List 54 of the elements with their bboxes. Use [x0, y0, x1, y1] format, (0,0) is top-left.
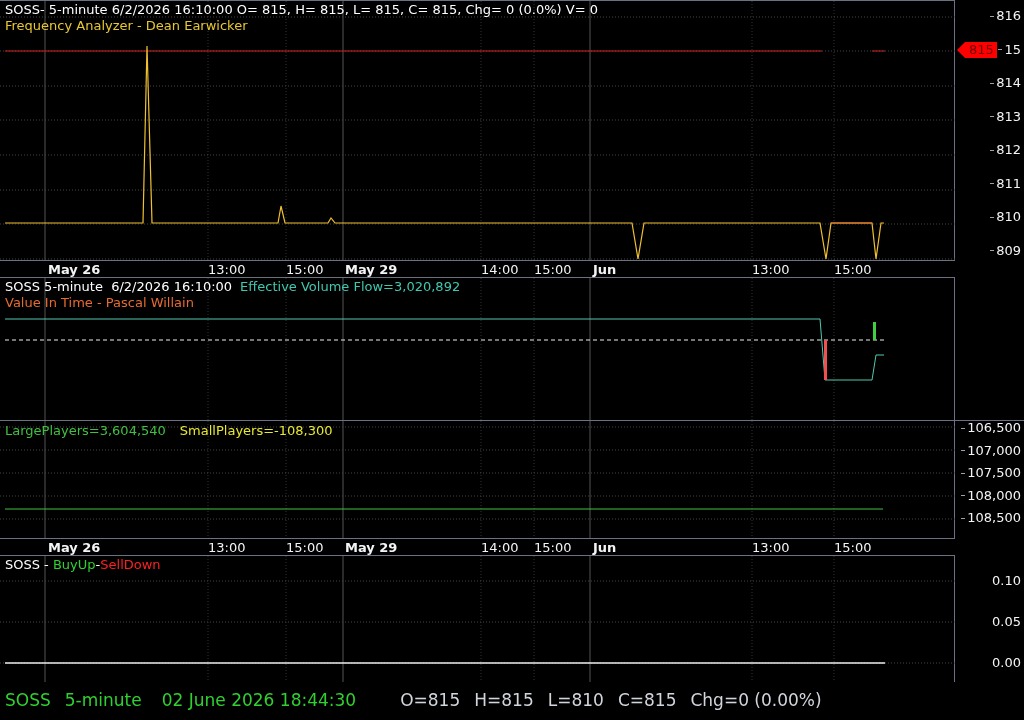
time-label: 15:00	[534, 262, 572, 277]
axis-label: 15	[1004, 42, 1021, 57]
axis-label: 107,500	[967, 466, 1021, 480]
time-label: 15:00	[834, 262, 872, 277]
axis-label: 0.10	[992, 574, 1021, 588]
separator: -	[95, 557, 101, 572]
indicator-reading: Effective Volume Flow=3,020,892	[240, 279, 461, 295]
status-low: L=810	[547, 689, 604, 713]
axis-label: 813	[996, 109, 1021, 124]
time-label: 13:00	[208, 540, 246, 555]
axis-label: 812	[996, 143, 1021, 158]
chart-header: SOSS 5-minute 6/2/2026 16:10:00	[5, 279, 233, 295]
indicator-title: BuyUp	[52, 557, 96, 572]
time-label: Jun	[593, 540, 617, 555]
time-label: May 26	[48, 262, 101, 277]
time-label: May 26	[48, 540, 101, 555]
indicator-reading: SmallPlayers=-108,300	[179, 423, 333, 439]
time-label: 15:00	[286, 262, 324, 277]
status-interval: 5-minute	[64, 689, 142, 713]
axis-label: 108,000	[967, 488, 1021, 503]
status-high: H=815	[474, 689, 534, 713]
axis-label: 0.00	[992, 656, 1021, 670]
time-label: 14:00	[481, 540, 519, 555]
axis-label: 0.05	[992, 615, 1021, 629]
axis-label: 107,000	[967, 443, 1021, 458]
time-label: 13:00	[208, 262, 246, 277]
axis-label: 810	[996, 210, 1021, 225]
status-datetime: 02 June 2026 18:44:30	[161, 689, 357, 713]
axis-label: 811	[996, 176, 1021, 191]
indicator-title: SellDown	[100, 557, 161, 572]
time-label: 14:00	[481, 262, 519, 277]
time-label: 15:00	[834, 540, 872, 555]
chart-header: SOSS -	[5, 557, 50, 572]
axis-label: 106,500	[967, 421, 1021, 435]
status-change: Chg=0 (0.00%)	[690, 689, 822, 713]
status-symbol: SOSS	[5, 689, 51, 713]
time-label: 15:00	[534, 540, 572, 555]
axis-label: 108,500	[967, 511, 1021, 525]
time-label: May 29	[345, 262, 398, 277]
status-close: C=815	[617, 689, 677, 713]
time-label: Jun	[593, 262, 617, 277]
time-label: 13:00	[752, 262, 790, 277]
axis-label: 814	[996, 76, 1021, 91]
chart-header: SOSS- 5-minute 6/2/2026 16:10:00 O= 815, H= 815, L= 815, C= 815, Chg= 0 (0.0%) V= 0	[5, 2, 599, 18]
axis-label: 816	[996, 9, 1021, 23]
status-open: O=815	[400, 689, 461, 713]
time-label: 15:00	[286, 540, 324, 555]
price-tag: 815	[957, 42, 997, 58]
indicator-title: Frequency Analyzer - Dean Earwicker	[5, 18, 249, 34]
time-label: May 29	[345, 540, 398, 555]
axis-label: 809	[996, 243, 1021, 258]
indicator-title: Value In Time - Pascal Willain	[5, 295, 195, 311]
indicator-reading: LargePlayers=3,604,540	[5, 423, 166, 439]
time-label: 13:00	[752, 540, 790, 555]
